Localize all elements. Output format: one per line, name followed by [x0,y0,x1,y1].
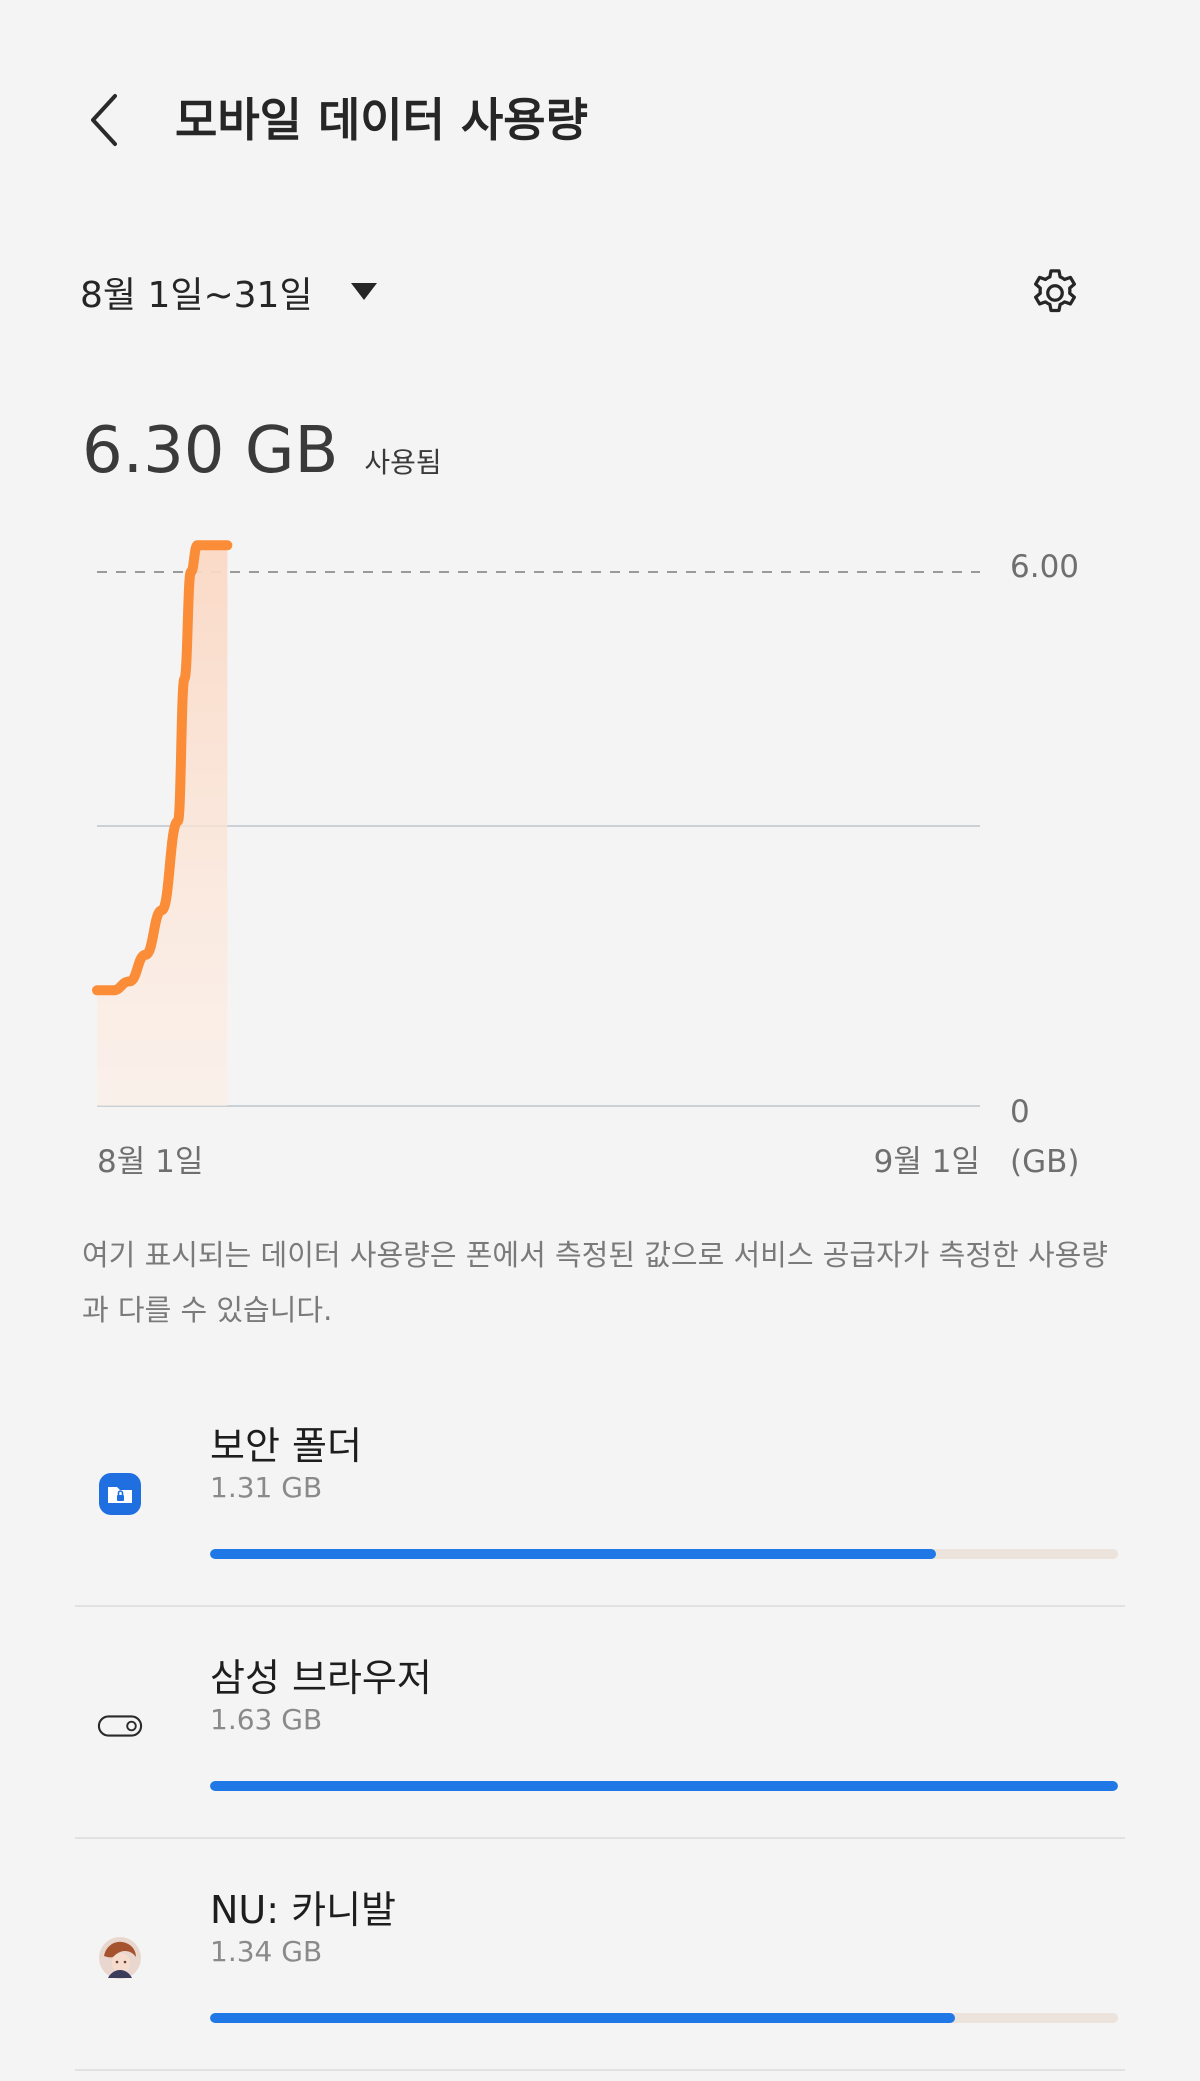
back-button[interactable] [70,80,140,160]
page-title: 모바일 데이터 사용량 [175,93,588,147]
chart-x-end-label: 9월 1일 [874,1144,980,1180]
app-usage-bar-fill [210,1781,1118,1791]
caret-down-icon [350,283,377,301]
divider [75,2069,1125,2071]
usage-disclaimer: 여기 표시되는 데이터 사용량은 폰에서 측정된 값으로 서비스 공급자가 측정… [82,1238,1108,1327]
secure-folder-icon [97,1471,143,1517]
app-row-secure-folder[interactable]: 보안 폴더 1.31 GB [75,1375,1125,1607]
period-selector[interactable]: 8월 1일~31일 [80,262,377,322]
gear-icon [1034,269,1077,313]
app-name: 보안 폴더 [210,1424,362,1468]
chart-zero-label: 0 [1010,1094,1030,1130]
chart-limit-label: 6.00 [1010,549,1079,585]
app-usage-bar-fill [210,2013,955,2023]
app-row-browser[interactable]: 삼성 브라우저 1.63 GB [75,1607,1125,1839]
app-usage-size: 1.34 GB [210,1935,323,1968]
app-usage-bar-fill [210,1549,937,1559]
app-usage-bar [210,1781,1118,1791]
game-avatar-icon [97,1935,143,1981]
chart-x-start-label: 8월 1일 [97,1144,203,1180]
usage-chart: 6.00 0 8월 1일 9월 1일 (GB) [92,540,1079,1180]
total-usage: 6.30 GB 사용됨 [82,414,442,488]
period-label: 8월 1일~31일 [80,275,313,316]
app-usage-size: 1.63 GB [210,1703,323,1736]
app-name: 삼성 브라우저 [210,1656,432,1700]
browser-toggle-icon [97,1703,143,1749]
chart-unit-label: (GB) [1010,1144,1079,1180]
app-name: NU: 카니발 [210,1888,397,1932]
app-usage-size: 1.31 GB [210,1471,323,1504]
app-usage-bar [210,1549,1118,1559]
app-usage-bar [210,2013,1118,2023]
total-usage-value: 6.30 GB [82,414,339,488]
chevron-left-icon [91,94,117,146]
app-row-nu-carnival[interactable]: NU: 카니발 1.34 GB [75,1839,1125,2071]
settings-button[interactable] [1020,258,1090,328]
total-usage-suffix: 사용됨 [364,446,442,479]
